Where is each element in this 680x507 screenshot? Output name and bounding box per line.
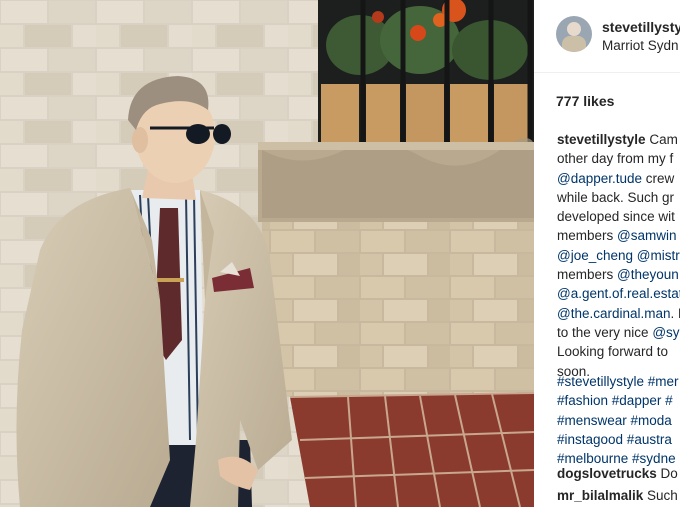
mention-link[interactable]: @joe_cheng bbox=[557, 248, 633, 263]
caption-line: to the very nice @sy bbox=[557, 323, 680, 342]
mention-link[interactable]: @dapper.tude bbox=[557, 171, 642, 186]
caption-line: Looking forward to bbox=[557, 342, 680, 361]
caption-text: Looking forward to bbox=[557, 344, 669, 360]
brick-wall-right bbox=[262, 222, 534, 397]
caption-line: @joe_cheng @mistr bbox=[557, 246, 680, 265]
divider bbox=[534, 72, 680, 73]
caption-line: @the.cardinal.man. L bbox=[557, 304, 680, 323]
caption: stevetillystyle Cam other day from my f @d… bbox=[557, 130, 680, 381]
post-photo[interactable] bbox=[0, 0, 534, 507]
caption-text: developed since wit bbox=[557, 209, 675, 225]
mention-link[interactable]: @a.gent.of.real.estat bbox=[557, 286, 680, 301]
location-link[interactable]: Marriot Sydn bbox=[602, 38, 679, 53]
caption-text: . L bbox=[670, 305, 680, 321]
mention-link[interactable]: @mistr bbox=[637, 248, 680, 263]
likes-count[interactable]: 777 likes bbox=[556, 93, 614, 109]
mention-link[interactable]: @theyoun bbox=[617, 267, 679, 282]
hashtag-line[interactable]: #menswear #moda bbox=[557, 411, 679, 430]
red-brick-floor bbox=[289, 392, 534, 507]
caption-text: members bbox=[557, 228, 618, 244]
caption-text: members bbox=[557, 267, 618, 283]
mention-link[interactable]: @samwin bbox=[617, 228, 676, 243]
comment-username-link[interactable]: mr_bilalmalik bbox=[557, 488, 643, 503]
hashtag-line[interactable]: #fashion #dapper # bbox=[557, 391, 679, 410]
hashtag-line[interactable]: #instagood #austra bbox=[557, 430, 679, 449]
caption-line: members @theyoun bbox=[557, 265, 680, 284]
caption-text: Cam bbox=[645, 132, 678, 147]
caption-text: while back. Such gr bbox=[557, 189, 675, 205]
hashtag-line[interactable]: #stevetillystyle #mer bbox=[557, 372, 679, 391]
comment-text: Do bbox=[656, 466, 678, 481]
caption-line: @dapper.tude crew bbox=[557, 169, 680, 188]
username-link[interactable]: stevetillysty bbox=[602, 19, 680, 35]
planter-boxes bbox=[321, 84, 528, 142]
avatar[interactable] bbox=[556, 16, 592, 52]
comment: mr_bilalmalik Such bbox=[557, 485, 678, 507]
caption-text: other day from my f bbox=[557, 151, 674, 167]
caption-username-link[interactable]: stevetillystyle bbox=[557, 132, 646, 147]
caption-line: while back. Such gr bbox=[557, 188, 680, 207]
comment-username-link[interactable]: dogslovetrucks bbox=[557, 466, 657, 481]
caption-line: members @samwin bbox=[557, 226, 680, 245]
mention-link[interactable]: @sy bbox=[652, 325, 679, 340]
caption-line: developed since wit bbox=[557, 207, 680, 226]
hashtags: #stevetillystyle #mer #fashion #dapper # #… bbox=[557, 372, 679, 468]
post-sidebar: stevetillysty Marriot Sydn 777 likes ste… bbox=[534, 0, 680, 507]
comment-text: Such bbox=[643, 488, 678, 503]
mention-link[interactable]: @the.cardinal.man bbox=[557, 306, 671, 321]
comment: dogslovetrucks Do bbox=[557, 463, 678, 485]
caption-text: to the very nice bbox=[557, 324, 653, 340]
caption-text: crew bbox=[642, 170, 675, 186]
caption-line: stevetillystyle Cam bbox=[557, 130, 680, 149]
post-header: stevetillysty Marriot Sydn bbox=[534, 0, 680, 72]
caption-line: @a.gent.of.real.estat bbox=[557, 284, 680, 303]
comments-list: dogslovetrucks Do mr_bilalmalik Such bbox=[557, 463, 678, 507]
caption-line: other day from my f bbox=[557, 149, 680, 168]
